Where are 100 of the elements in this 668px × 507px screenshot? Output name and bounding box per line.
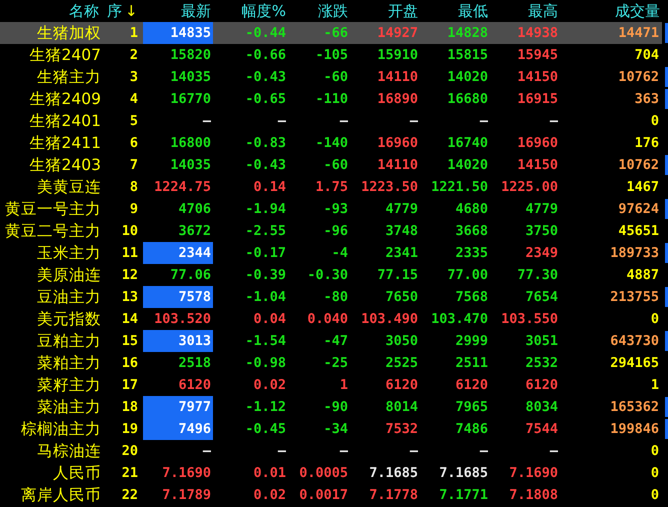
table-cell: 7.1685 [369,465,418,481]
table-cell: 4779 [385,201,418,217]
table-cell: 3748 [385,223,418,239]
quote-row[interactable]: 棕榈油主力 19 7496 -0.45 -34 7532 7486 7544 199846 [0,418,668,440]
table-cell: -110 [315,91,348,107]
table-cell: -0.83 [245,135,286,151]
instrument-name: 黄豆二号主力 [4,220,101,242]
table-cell: 103.470 [431,311,488,327]
table-cell: 14828 [447,25,488,41]
quote-row[interactable]: 菜籽主力 17 6120 0.02 1 6120 6120 6120 1 [0,374,668,396]
quote-row[interactable]: 生猪主力 3 14035 -0.43 -60 14110 14020 14150 10762 [0,66,668,88]
quote-row[interactable]: 黄豆二号主力 10 3672 -2.55 -96 3748 3668 3750 45651 [0,220,668,242]
quote-row[interactable]: 黄豆一号主力 9 4706 -1.94 -93 4779 4680 4779 97624 [0,198,668,220]
table-cell: 7.1789 [162,487,211,503]
table-cell: 14927 [377,25,418,41]
row-number: 6 [128,134,139,153]
quote-row[interactable]: 生猪2407 2 15820 -0.66 -105 15910 15815 15945 704 [0,44,668,66]
table-cell: 6120 [385,377,418,393]
quote-row[interactable]: 人民币 21 7.1690 0.01 0.0005 7.1685 7.1685 7.1690 0 [0,462,668,484]
column-header[interactable]: 序 [107,2,122,20]
quote-row[interactable]: 离岸人民币 22 7.1789 0.02 0.0017 7.1778 7.1771 7.1808 0 [0,484,668,506]
table-cell: 15945 [517,47,558,63]
table-cell: 77.00 [447,267,488,283]
table-cell: -96 [324,223,348,239]
instrument-name: 人民币 [52,462,101,484]
table-cell: 2525 [385,355,418,371]
table-cell: 14110 [377,157,418,173]
instrument-name: 美黄豆连 [36,176,101,198]
column-header[interactable]: 成交量 [615,2,660,20]
table-cell: 1224.75 [154,179,211,195]
quote-row[interactable]: 菜油主力 18 7977 -1.12 -90 8014 7965 8034 165362 [0,396,668,418]
table-cell: 2335 [455,245,488,261]
table-cell: -25 [324,355,348,371]
table-cell: 4779 [525,201,558,217]
row-number: 21 [120,464,139,483]
table-cell: 1221.50 [431,179,488,195]
table-cell: 14835 [170,25,211,41]
instrument-name: 生猪2411 [28,132,101,154]
volume-cell: 704 [634,47,659,63]
row-number: 17 [120,376,139,395]
volume-cell: 0 [650,487,659,503]
table-cell: 14150 [517,69,558,85]
table-cell: -1.12 [245,399,286,415]
table-cell: 6120 [455,377,488,393]
table-cell: -140 [315,135,348,151]
column-header[interactable]: 名称 [69,2,99,20]
table-cell: 6120 [178,377,211,393]
table-cell: 2349 [525,245,558,261]
table-cell: 2344 [178,245,211,261]
column-header[interactable]: 最低 [458,2,488,20]
table-cell: 77.30 [517,267,558,283]
instrument-name: 菜籽主力 [36,374,101,396]
quote-row[interactable]: 生猪加权 1 14835 -0.44 -66 14927 14828 14938 14471 [0,22,668,44]
table-cell: -34 [324,421,348,437]
quote-row[interactable]: 生猪2411 6 16800 -0.83 -140 16960 16740 16960 176 [0,132,668,154]
instrument-name: 棕榈油主力 [20,418,101,440]
quote-row[interactable]: 玉米主力 11 2344 -0.17 -4 2341 2335 2349 189733 [0,242,668,264]
table-cell: -0.39 [245,267,286,283]
quote-row[interactable]: 豆油主力 13 7578 -1.04 -80 7650 7568 7654 213755 [0,286,668,308]
instrument-name: 美原油连 [36,264,101,286]
column-header[interactable]: 涨跌 [318,2,348,20]
column-header[interactable]: 最新 [181,2,211,20]
table-cell: 3050 [385,333,418,349]
table-cell: 14035 [170,157,211,173]
table-cell: -0.45 [245,421,286,437]
row-number: 16 [120,354,139,373]
table-cell: 7.1808 [509,487,558,503]
volume-cell: 10762 [618,69,659,85]
row-number: 1 [128,24,139,43]
quote-row[interactable]: 生猪2401 5 — — — — — — 0 [0,110,668,132]
instrument-name: 玉米主力 [36,242,101,264]
table-cell: — [410,443,418,459]
quote-row[interactable]: 豆粕主力 15 3013 -1.54 -47 3050 2999 3051 643730 [0,330,668,352]
row-number: 11 [120,244,139,263]
table-cell: 0.02 [253,487,286,503]
table-cell: 2532 [525,355,558,371]
quote-row[interactable]: 美元指数 14 103.520 0.04 0.040 103.490 103.470 103.550 0 [0,308,668,330]
table-cell: 14035 [170,69,211,85]
instrument-name: 豆粕主力 [36,330,101,352]
table-cell: 1.75 [315,179,348,195]
row-number: 12 [120,266,139,285]
table-cell: -2.55 [245,223,286,239]
table-cell: 7.1690 [162,465,211,481]
column-header[interactable]: 最高 [528,2,558,20]
quote-row[interactable]: 菜粕主力 16 2518 -0.98 -25 2525 2511 2532 294165 [0,352,668,374]
quote-row[interactable]: 生猪2409 4 16770 -0.65 -110 16890 16680 16915 363 [0,88,668,110]
table-cell: 4680 [455,201,488,217]
column-header[interactable]: 开盘 [388,2,418,20]
table-cell: 1225.00 [501,179,558,195]
quote-row[interactable]: 美原油连 12 77.06 -0.39 -0.30 77.15 77.00 77.30 4887 [0,264,668,286]
table-cell: 7654 [525,289,558,305]
quote-row[interactable]: 美黄豆连 8 1224.75 0.14 1.75 1223.50 1221.50 1225.00 1467 [0,176,668,198]
quote-row[interactable]: 生猪2403 7 14035 -0.43 -60 14110 14020 14150 10762 [0,154,668,176]
column-header[interactable]: 幅度% [242,2,286,20]
table-cell: 0.0005 [299,465,348,481]
table-cell: 3750 [525,223,558,239]
table-cell: — [550,443,558,459]
row-number: 3 [128,68,139,87]
quote-row[interactable]: 马棕油连 20 — — — — — — 0 [0,440,668,462]
volume-cell: 294165 [610,355,659,371]
